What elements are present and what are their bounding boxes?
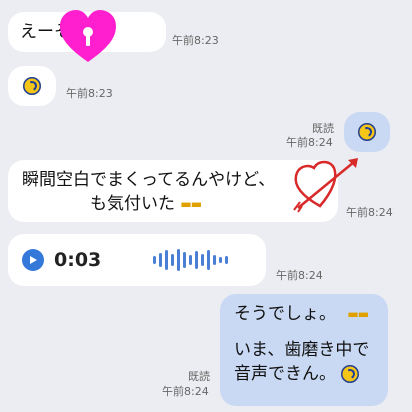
laughing-emoji-icon: [23, 77, 41, 95]
message-line: いま、歯磨き中で: [234, 340, 370, 360]
grinning-emoji-icon: ▬▬: [347, 307, 369, 321]
heart-arrow-doodle-icon: [293, 158, 358, 213]
message-line: そうでしょ。: [234, 304, 336, 324]
heart-lock-sticker-icon: [60, 10, 116, 62]
message-time: 午前8:24: [162, 385, 209, 398]
read-receipt: 既読: [188, 370, 210, 383]
message-time: 午前8:23: [172, 34, 219, 47]
incoming-message-4[interactable]: 瞬間空白でまくってるんやけど、 も気付いた ▬▬: [8, 160, 338, 222]
outgoing-message-3[interactable]: [344, 112, 390, 152]
laughing-emoji-icon: [341, 365, 360, 383]
grinning-emoji-icon: ▬▬: [180, 197, 202, 211]
message-time: 午前8:24: [286, 136, 333, 149]
message-time: 午前8:24: [276, 269, 323, 282]
laughing-emoji-icon: [358, 123, 376, 141]
outgoing-message-6[interactable]: そうでしょ。 ▬▬ いま、歯磨き中で 音声できん。: [220, 294, 388, 406]
voice-message[interactable]: 0:03: [8, 234, 266, 286]
read-receipt: 既読: [312, 122, 334, 135]
message-time: 午前8:23: [66, 87, 113, 100]
incoming-message-2[interactable]: [8, 66, 56, 106]
message-line: 瞬間空白でまくってるんやけど、: [22, 170, 276, 190]
voice-duration: 0:03: [54, 249, 102, 271]
play-icon[interactable]: [22, 249, 44, 271]
waveform-icon: [153, 249, 229, 271]
message-line: も気付いた: [90, 194, 175, 214]
message-line: 音声できん。: [234, 364, 336, 384]
